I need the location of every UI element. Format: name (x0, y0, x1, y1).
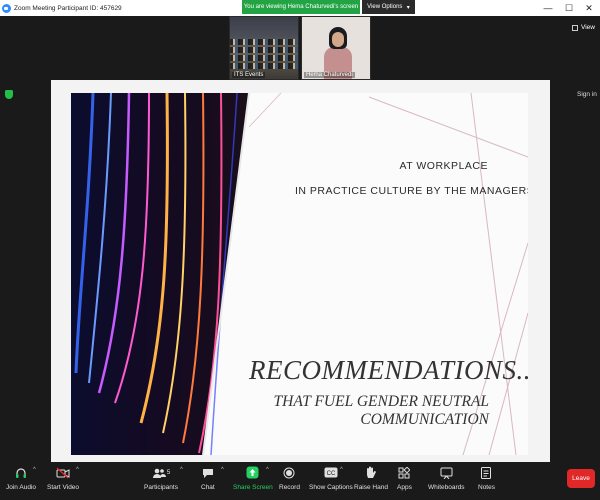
view-label: View (581, 24, 595, 31)
start-video-label: Start Video (47, 484, 80, 491)
start-video-button[interactable]: Start Video (47, 465, 79, 491)
share-screen-icon (246, 465, 259, 480)
window-title: Zoom Meeting Participant ID: 457629 (14, 4, 122, 12)
chat-caret-icon[interactable]: ^ (221, 467, 224, 473)
participants-button[interactable]: 5 Participants (144, 465, 178, 491)
view-button[interactable]: View (572, 24, 595, 31)
audience-image (230, 63, 298, 69)
slide-subheading-1: THAT FUEL GENDER NEUTRAL (273, 393, 489, 410)
captions-icon: CC (324, 465, 338, 480)
shared-screen: AT WORKPLACE IN PRACTICE CULTURE BY THE … (51, 80, 550, 462)
share-caret-icon[interactable]: ^ (266, 467, 269, 473)
whiteboard-icon (440, 465, 453, 480)
whiteboards-label: Whiteboards (428, 484, 465, 491)
show-captions-label: Show Captions (309, 484, 353, 491)
notes-button[interactable]: Notes (478, 465, 495, 491)
participant-video (332, 32, 344, 47)
apps-button[interactable]: Apps (397, 465, 412, 491)
svg-text:CC: CC (327, 471, 336, 477)
viewing-banner: You are viewing Hema Chaturvedi's screen (242, 0, 360, 14)
record-label: Record (279, 484, 300, 491)
notes-icon (481, 465, 492, 480)
participant-tile-hema-chaturvedi[interactable]: Hema Chaturvedi (301, 16, 371, 80)
view-options-button[interactable]: View Options ▾ (362, 0, 415, 14)
raise-hand-label: Raise Hand (354, 484, 388, 491)
participant-name: ITS Events (232, 72, 266, 78)
chat-label: Chat (201, 484, 215, 491)
audience-image (230, 55, 298, 61)
chevron-down-icon: ▾ (406, 4, 410, 11)
chat-button[interactable]: Chat (201, 465, 215, 491)
share-screen-label: Share Screen (233, 484, 273, 491)
captions-caret-icon[interactable]: ^ (340, 467, 343, 473)
record-button[interactable]: Record (279, 465, 300, 491)
video-off-icon (56, 465, 70, 480)
title-bar: Zoom Meeting Participant ID: 457629 You … (0, 0, 600, 16)
grid-view-icon (572, 24, 578, 31)
slide-subheading-2: COMMUNICATION (360, 411, 489, 428)
security-shield-icon[interactable] (5, 90, 13, 99)
presentation-slide: AT WORKPLACE IN PRACTICE CULTURE BY THE … (71, 93, 528, 455)
close-button[interactable]: ✕ (578, 0, 600, 16)
video-caret-icon[interactable]: ^ (76, 467, 79, 473)
slide-heading: RECOMMENDATIONS... (249, 355, 528, 385)
chat-icon (202, 465, 214, 480)
participants-caret-icon[interactable]: ^ (180, 467, 183, 473)
participants-label: Participants (144, 484, 178, 491)
whiteboards-button[interactable]: Whiteboards (428, 465, 465, 491)
raise-hand-icon (365, 465, 377, 480)
sign-in-link[interactable]: Sign in (577, 91, 597, 98)
slide-line-1: AT WORKPLACE (399, 160, 488, 172)
apps-label: Apps (397, 484, 412, 491)
participants-icon: 5 (152, 465, 170, 480)
participant-tile-its-events[interactable]: ITS Events (229, 16, 299, 80)
minimize-button[interactable]: — (537, 0, 559, 16)
maximize-button[interactable]: ☐ (558, 0, 580, 16)
join-audio-button[interactable]: Join Audio (6, 465, 36, 491)
show-captions-button[interactable]: CC Show Captions (309, 465, 353, 491)
apps-icon (398, 465, 411, 480)
record-icon (283, 465, 295, 480)
leave-button[interactable]: Leave (567, 469, 595, 488)
meeting-toolbar: Join Audio ^ Start Video ^ 5 Participant… (0, 462, 600, 500)
audience-image (230, 47, 298, 53)
notes-label: Notes (478, 484, 495, 491)
raise-hand-button[interactable]: Raise Hand (354, 465, 388, 491)
headphones-icon (15, 465, 27, 480)
audio-caret-icon[interactable]: ^ (33, 467, 36, 473)
slide-line-2: IN PRACTICE CULTURE BY THE MANAGERS. (295, 185, 528, 197)
join-audio-label: Join Audio (6, 484, 36, 491)
view-options-label: View Options (367, 4, 403, 10)
zoom-logo-icon (2, 3, 11, 13)
participant-name: Hema Chaturvedi (304, 72, 355, 78)
audience-image (230, 39, 298, 45)
participants-count: 5 (166, 469, 171, 476)
